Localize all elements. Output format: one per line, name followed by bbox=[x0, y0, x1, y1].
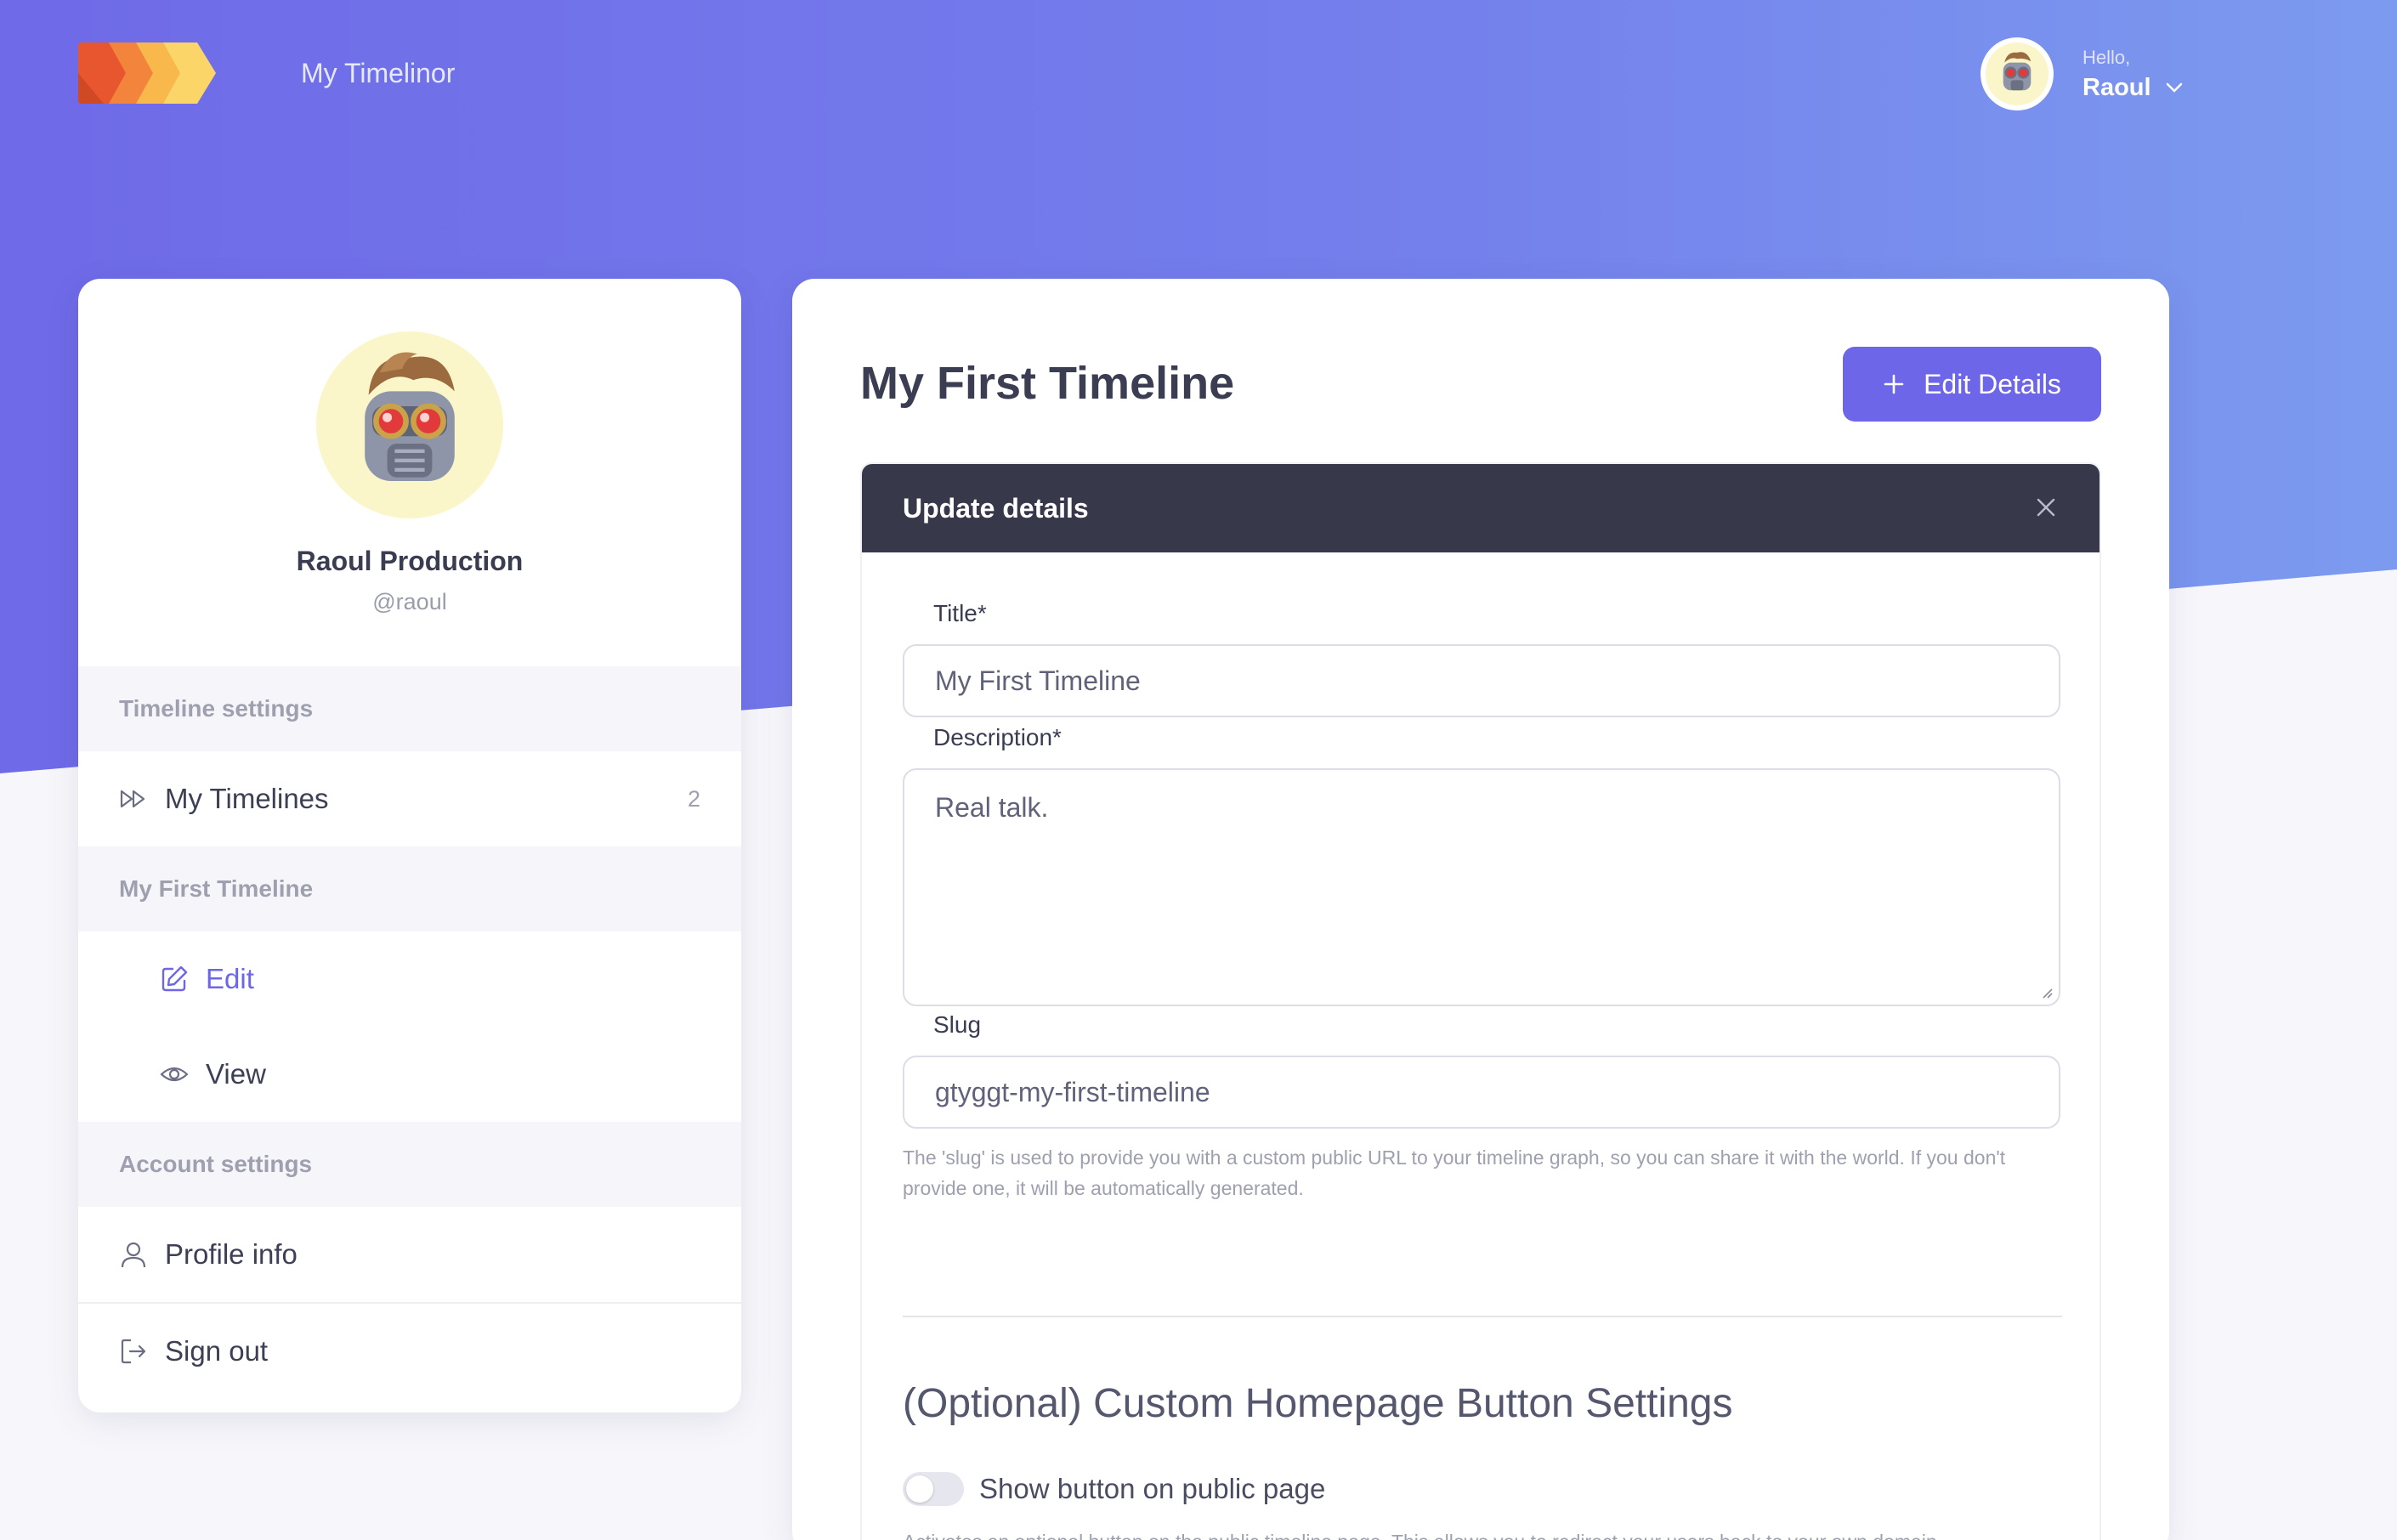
optional-settings-title: (Optional) Custom Homepage Button Settin… bbox=[903, 1381, 1733, 1426]
avatar-helmet-icon bbox=[365, 352, 455, 481]
logo-icon[interactable] bbox=[78, 42, 218, 104]
slug-help-text: The 'slug' is used to provide you with a… bbox=[903, 1147, 2006, 1199]
fast-forward-icon bbox=[120, 790, 145, 808]
main-card: My First Timeline Edit Details Update de… bbox=[792, 279, 2169, 1540]
chevron-down-icon[interactable] bbox=[2165, 82, 2184, 93]
slug-input[interactable]: gtyggt-my-first-timeline bbox=[903, 1056, 2060, 1129]
user-icon bbox=[121, 1242, 146, 1268]
sidebar-item-view[interactable]: View bbox=[78, 1027, 741, 1122]
toggle-label: Show button on public page bbox=[979, 1473, 1326, 1504]
description-value: Real talk. bbox=[935, 792, 1049, 823]
user-menu[interactable]: Hello, Raoul bbox=[1980, 36, 2184, 112]
sidebar-item-edit[interactable]: Edit bbox=[78, 931, 741, 1027]
panel-title: Update details bbox=[903, 492, 1089, 524]
toggle-knob bbox=[906, 1475, 933, 1503]
show-button-toggle-row[interactable]: Show button on public page bbox=[903, 1472, 1325, 1506]
section-account-settings: Account settings bbox=[78, 1122, 741, 1207]
sidebar-item-label: Profile info bbox=[165, 1238, 298, 1270]
section-timeline-settings: Timeline settings bbox=[78, 666, 741, 751]
sidebar-item-sign-out[interactable]: Sign out bbox=[78, 1304, 741, 1399]
sidebar-item-label: My Timelines bbox=[165, 783, 329, 814]
greeting-text: Hello, bbox=[2082, 46, 2131, 68]
toggle-help-text: Activates an optional button on the publ… bbox=[903, 1526, 2067, 1540]
sidebar: Raoul Production @raoul Timeline setting… bbox=[78, 279, 741, 1413]
description-label: Description* bbox=[933, 724, 1062, 750]
brand-name[interactable]: My Timelinor bbox=[301, 58, 455, 89]
sidebar-item-label: Sign out bbox=[165, 1335, 269, 1367]
profile-card: Raoul Production @raoul bbox=[78, 279, 741, 666]
resize-handle-icon[interactable] bbox=[2040, 986, 2054, 999]
slug-label: Slug bbox=[933, 1011, 982, 1038]
divider bbox=[903, 1316, 2062, 1317]
eye-icon bbox=[160, 1067, 189, 1082]
user-name[interactable]: Raoul bbox=[2082, 74, 2151, 102]
title-label: Title* bbox=[933, 600, 987, 626]
sign-out-icon bbox=[121, 1339, 146, 1364]
profile-handle: @raoul bbox=[372, 589, 447, 614]
edit-details-button[interactable]: Edit Details bbox=[1843, 347, 2101, 422]
avatar-helmet-icon bbox=[2003, 52, 2032, 91]
sidebar-item-profile-info[interactable]: Profile info bbox=[78, 1207, 741, 1302]
avatar[interactable] bbox=[1980, 37, 2054, 110]
show-button-toggle[interactable] bbox=[903, 1472, 964, 1506]
title-input[interactable]: My First Timeline bbox=[903, 644, 2060, 717]
plus-icon bbox=[1884, 374, 1904, 394]
close-icon[interactable] bbox=[2035, 496, 2057, 518]
update-details-panel: Update details Title* My First Timeline … bbox=[860, 462, 2101, 1540]
panel-header: Update details bbox=[862, 464, 2100, 552]
sidebar-item-label: Edit bbox=[206, 963, 254, 994]
section-current-timeline: My First Timeline bbox=[78, 846, 741, 931]
sidebar-item-label: View bbox=[206, 1058, 266, 1090]
profile-avatar bbox=[316, 331, 503, 518]
page-title: My First Timeline bbox=[860, 358, 1235, 409]
timelines-count-badge: 2 bbox=[687, 785, 700, 812]
sidebar-item-my-timelines[interactable]: My Timelines 2 bbox=[78, 751, 741, 846]
description-textarea[interactable]: Real talk. bbox=[903, 768, 2060, 1006]
edit-icon bbox=[162, 965, 188, 992]
edit-details-label: Edit Details bbox=[1924, 368, 2061, 399]
profile-name: Raoul Production bbox=[296, 546, 524, 576]
